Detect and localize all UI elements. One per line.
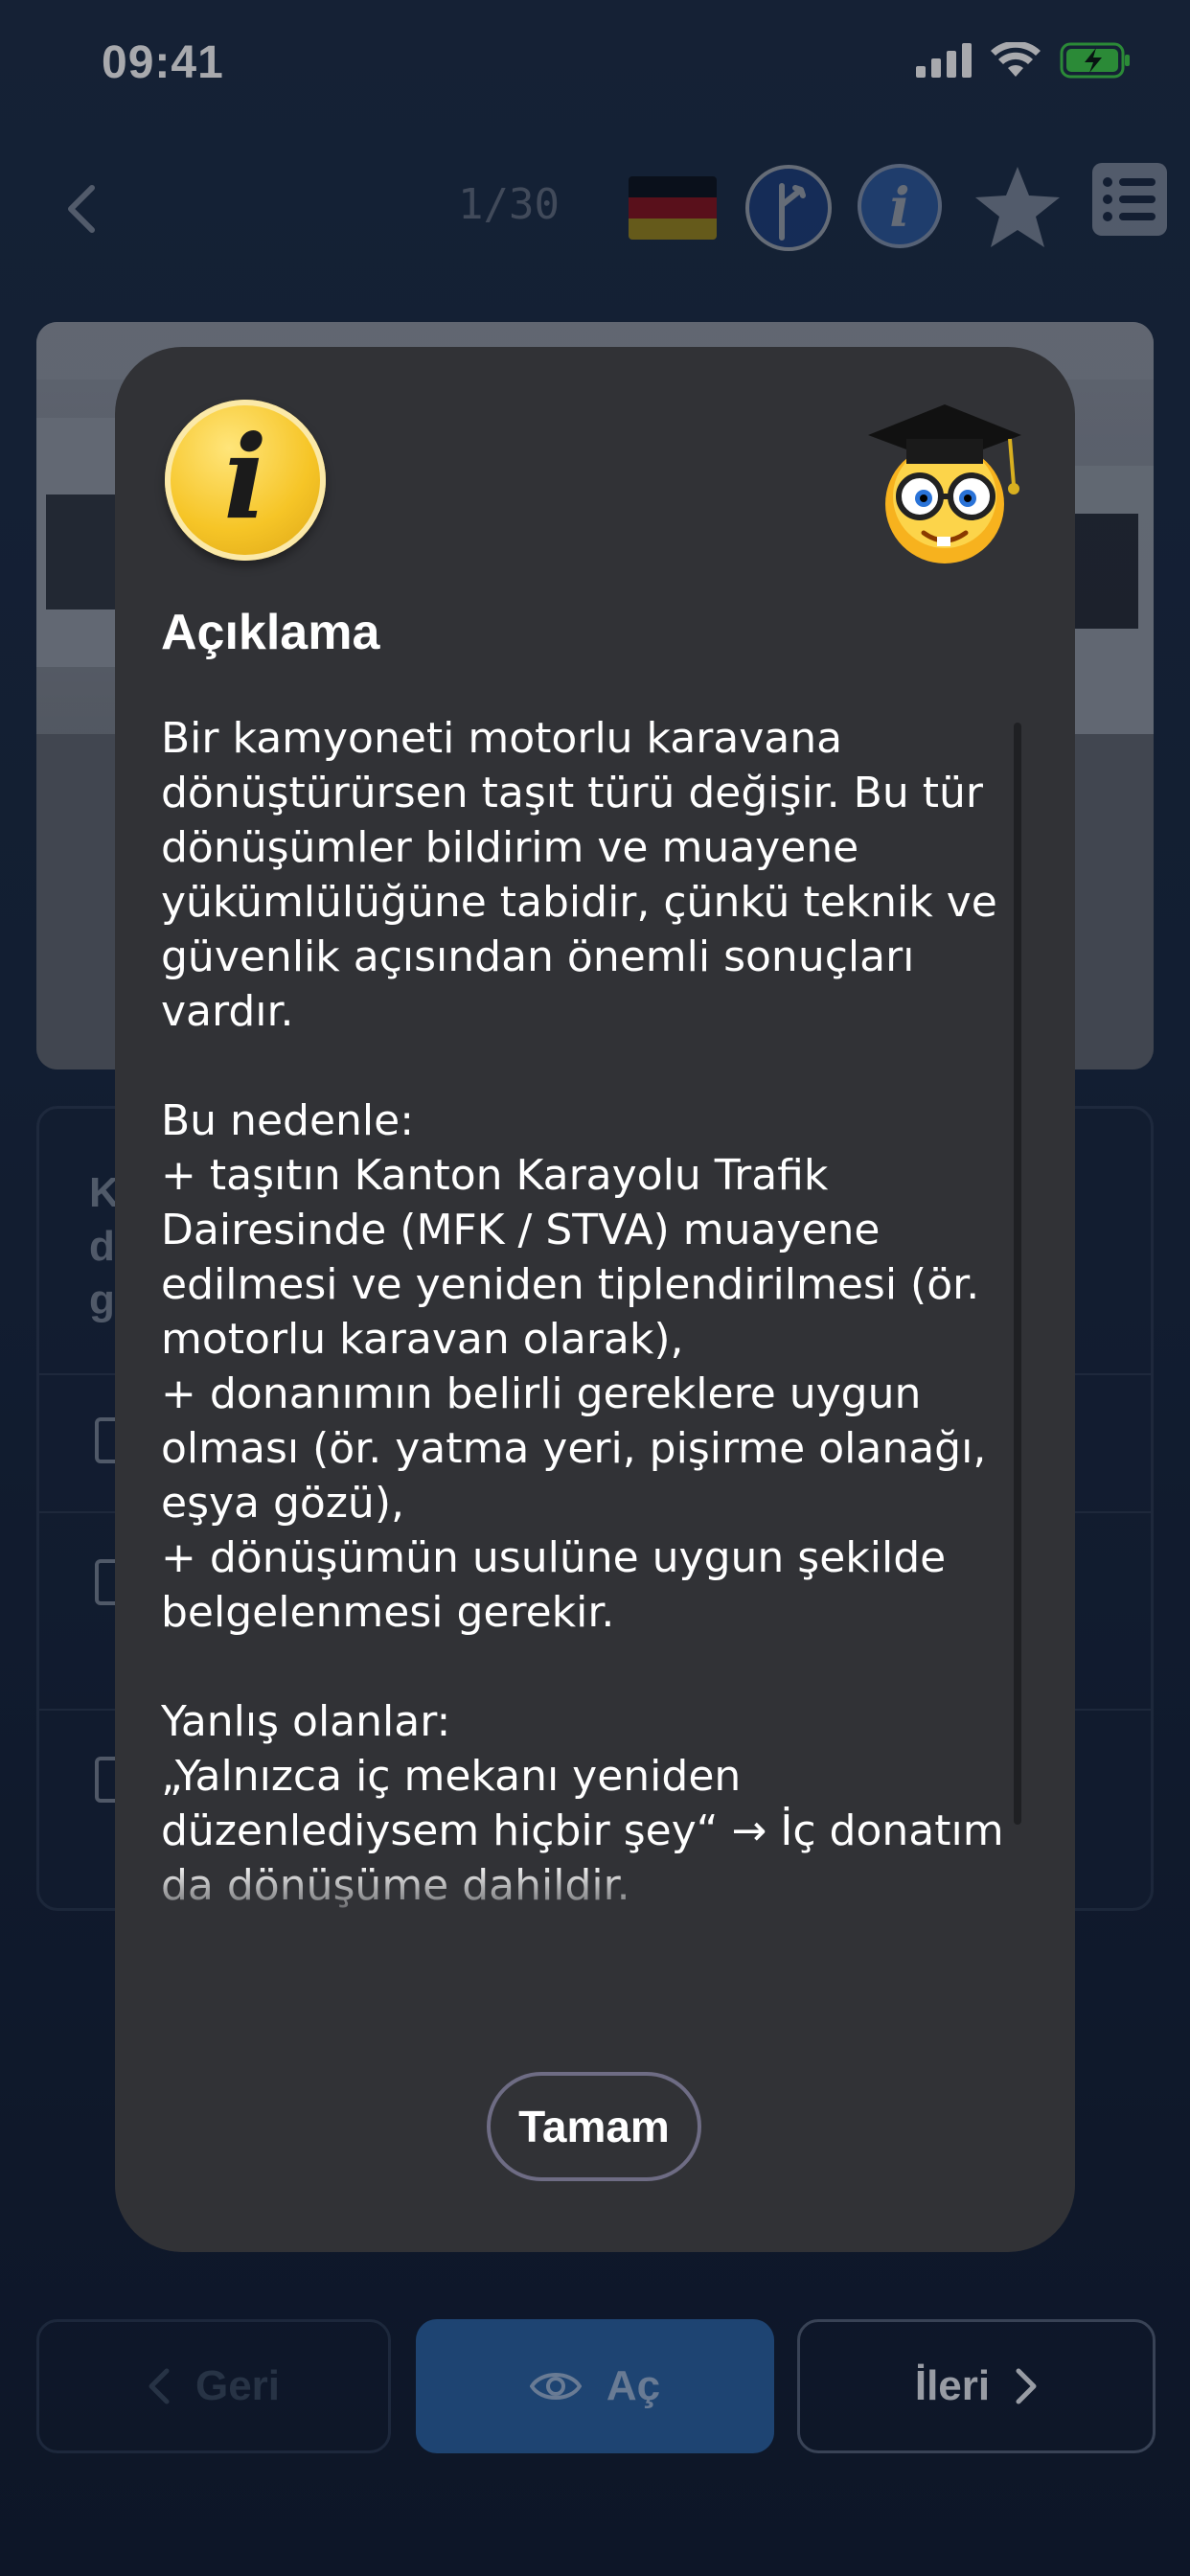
explanation-text: Bir kamyoneti motorlu karavana dönüştürü… — [161, 714, 1004, 1910]
ok-button[interactable]: Tamam — [487, 2072, 701, 2181]
nerd-graduate-emoji-icon — [868, 404, 1021, 564]
scroll-fade — [161, 1863, 1033, 1920]
dialog-scroll-area[interactable]: Bir kamyoneti motorlu karavana dönüştürü… — [161, 711, 1033, 1920]
dialog-title: Açıklama — [161, 605, 380, 660]
explanation-dialog: i Açıklama Bir kamyoneti motorlu karavan… — [115, 347, 1075, 2252]
info-icon: i — [165, 400, 326, 561]
scrollbar[interactable] — [1014, 723, 1021, 1825]
